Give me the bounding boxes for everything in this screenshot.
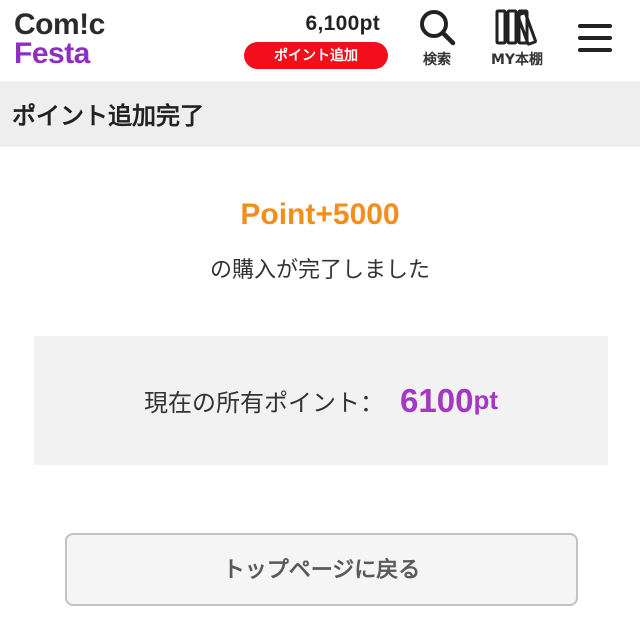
points-widget: 6,100pt ポイント追加 — [244, 12, 390, 70]
search-icon — [420, 10, 456, 46]
my-bookshelf-button[interactable]: MY本棚 — [484, 8, 550, 72]
hamburger-menu-icon — [578, 24, 612, 52]
current-balance-row: 現在の所有ポイント： 6100 pt — [34, 336, 608, 465]
points-balance: 6,100pt — [305, 12, 380, 35]
add-points-button[interactable]: ポイント追加 — [244, 42, 388, 69]
page-title: ポイント追加完了 — [12, 102, 204, 130]
current-balance-unit: pt — [473, 385, 498, 415]
points-added-amount: Point+5000 — [240, 198, 400, 231]
page-title-bar: ポイント追加完了 — [0, 81, 640, 147]
current-balance-panel: 現在の所有ポイント： 6100 pt — [34, 336, 608, 465]
search-button[interactable]: 検索 — [412, 8, 462, 72]
search-label: 検索 — [423, 52, 451, 68]
menu-button[interactable] — [572, 18, 618, 64]
bookshelf-label: MY本棚 — [490, 52, 544, 68]
purchase-complete-message: の購入が完了しました — [209, 258, 430, 283]
bookshelf-icon — [495, 9, 537, 46]
site-header: Com!c Festa 6,100pt ポイント追加 検索 MY本棚 — [0, 0, 640, 81]
back-to-top-button[interactable]: トップページに戻る — [65, 533, 578, 606]
logo-line-2: Festa — [14, 37, 90, 70]
current-balance-value: 6100 — [400, 381, 474, 419]
logo-line-1: Com!c — [14, 8, 105, 41]
comic-festa-logo[interactable]: Com!c Festa — [14, 10, 114, 72]
current-balance-label: 現在の所有ポイント： — [144, 389, 385, 417]
